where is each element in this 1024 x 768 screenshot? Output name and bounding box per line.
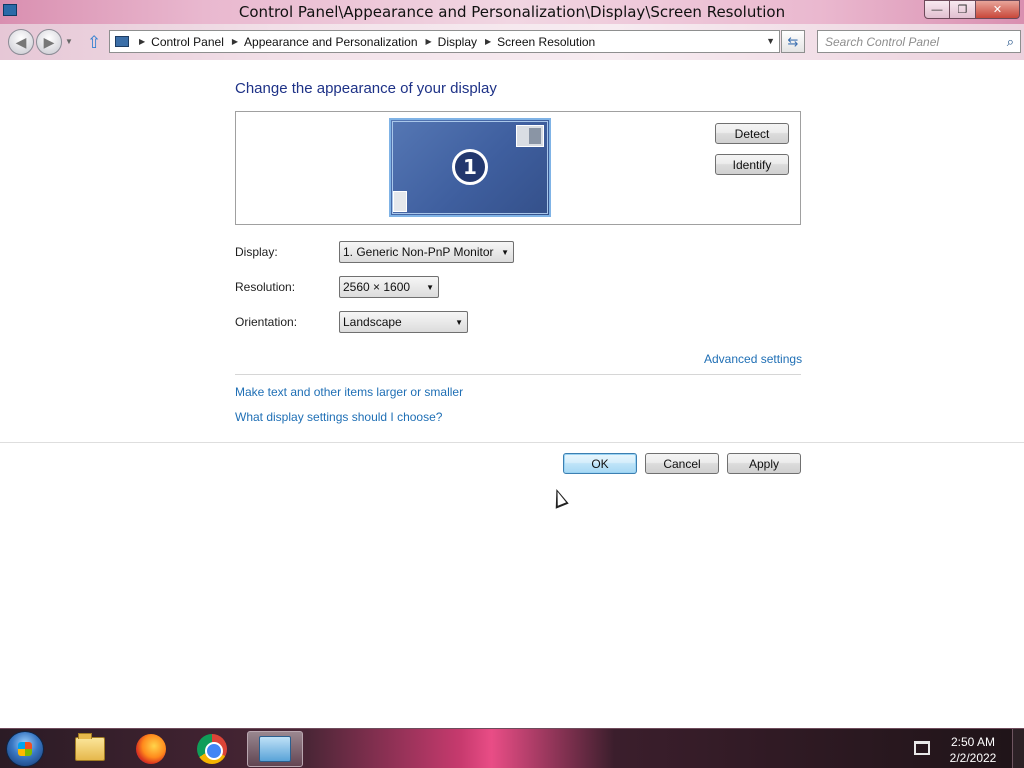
- folder-icon: [75, 733, 105, 761]
- chevron-down-icon: ▼: [455, 318, 463, 327]
- apply-button[interactable]: Apply: [727, 453, 801, 474]
- network-icon[interactable]: [914, 741, 930, 755]
- monitor-window-thumbnail: [516, 125, 544, 147]
- advanced-settings-link[interactable]: Advanced settings: [704, 352, 802, 366]
- up-arrow-icon[interactable]: ⇧: [87, 33, 101, 53]
- window-title: Control Panel\Appearance and Personaliza…: [238, 3, 786, 21]
- window-controls: — ❐ ✕: [924, 0, 1020, 19]
- breadcrumb-control-panel[interactable]: Control Panel: [151, 35, 224, 49]
- taskbar-firefox-button[interactable]: [123, 731, 179, 767]
- back-button[interactable]: ◀: [8, 29, 34, 55]
- show-desktop-button[interactable]: [1012, 729, 1024, 768]
- chrome-icon: [197, 734, 227, 764]
- orientation-dropdown[interactable]: Landscape ▼: [339, 311, 468, 333]
- taskbar-explorer-button[interactable]: [62, 731, 118, 767]
- start-button[interactable]: [6, 731, 44, 767]
- firefox-icon: [136, 734, 166, 764]
- refresh-button[interactable]: ⇆: [781, 30, 805, 53]
- control-panel-icon: [259, 736, 291, 762]
- display-preview: 1 Detect Identify: [235, 111, 801, 225]
- taskbar-chrome-button[interactable]: [184, 731, 240, 767]
- search-box[interactable]: ⌕: [817, 30, 1021, 53]
- refresh-icon: ⇆: [787, 33, 799, 49]
- minimize-button[interactable]: —: [924, 0, 950, 19]
- chevron-down-icon: ▼: [426, 283, 434, 292]
- divider: [235, 374, 801, 375]
- breadcrumb-chevron-icon[interactable]: ▶: [232, 37, 238, 46]
- resolution-value: 2560 × 1600: [343, 280, 411, 294]
- taskbar-control-panel-button[interactable]: [247, 731, 303, 767]
- monitor-taskbar-thumbnail: [393, 191, 407, 212]
- system-clock[interactable]: 2:50 AM 2/2/2022: [940, 734, 1006, 766]
- ok-button[interactable]: OK: [563, 453, 637, 474]
- mouse-cursor-icon: [549, 486, 569, 509]
- breadcrumb-chevron-icon[interactable]: ▶: [139, 37, 145, 46]
- address-bar[interactable]: ▶ Control Panel ▶ Appearance and Persona…: [109, 30, 780, 53]
- cancel-button[interactable]: Cancel: [645, 453, 719, 474]
- close-button[interactable]: ✕: [976, 0, 1020, 19]
- identify-button[interactable]: Identify: [715, 154, 789, 175]
- breadcrumb-chevron-icon[interactable]: ▶: [426, 37, 432, 46]
- display-dropdown[interactable]: 1. Generic Non-PnP Monitor ▼: [339, 241, 514, 263]
- monitor-1-tile[interactable]: 1: [389, 118, 551, 217]
- chevron-down-icon: ▼: [501, 248, 509, 257]
- display-settings-help-link[interactable]: What display settings should I choose?: [235, 410, 442, 424]
- display-value: 1. Generic Non-PnP Monitor: [343, 245, 494, 259]
- breadcrumb-display[interactable]: Display: [438, 35, 477, 49]
- maximize-button[interactable]: ❐: [950, 0, 976, 19]
- breadcrumb-appearance[interactable]: Appearance and Personalization: [244, 35, 417, 49]
- clock-date: 2/2/2022: [949, 751, 997, 765]
- content-area: Change the appearance of your display 1 …: [0, 60, 1024, 728]
- detect-button[interactable]: Detect: [715, 123, 789, 144]
- monitor-number-badge: 1: [452, 149, 488, 185]
- display-label: Display:: [235, 245, 278, 259]
- text-size-link[interactable]: Make text and other items larger or smal…: [235, 385, 463, 399]
- resolution-label: Resolution:: [235, 280, 296, 294]
- clock-time: 2:50 AM: [950, 735, 996, 749]
- forward-button[interactable]: ▶: [36, 29, 62, 55]
- breadcrumb-chevron-icon[interactable]: ▶: [485, 37, 491, 46]
- control-panel-icon: [115, 36, 129, 47]
- search-input[interactable]: [818, 31, 993, 52]
- breadcrumb-screen-resolution[interactable]: Screen Resolution: [497, 35, 595, 49]
- orientation-label: Orientation:: [235, 315, 298, 329]
- search-icon[interactable]: ⌕: [1007, 34, 1014, 50]
- resolution-dropdown[interactable]: 2560 × 1600 ▼: [339, 276, 439, 298]
- title-bar: Control Panel\Appearance and Personaliza…: [0, 0, 1024, 24]
- address-dropdown-chevron-icon[interactable]: ▼: [766, 36, 775, 46]
- navigation-bar: ◀ ▶ ▼ ⇧ ▶ Control Panel ▶ Appearance and…: [0, 24, 1024, 60]
- recent-pages-chevron-icon[interactable]: ▼: [65, 37, 73, 46]
- orientation-value: Landscape: [343, 315, 402, 329]
- footer-divider: [0, 442, 1024, 443]
- page-title: Change the appearance of your display: [235, 80, 497, 97]
- taskbar: 2:50 AM 2/2/2022: [0, 728, 1024, 768]
